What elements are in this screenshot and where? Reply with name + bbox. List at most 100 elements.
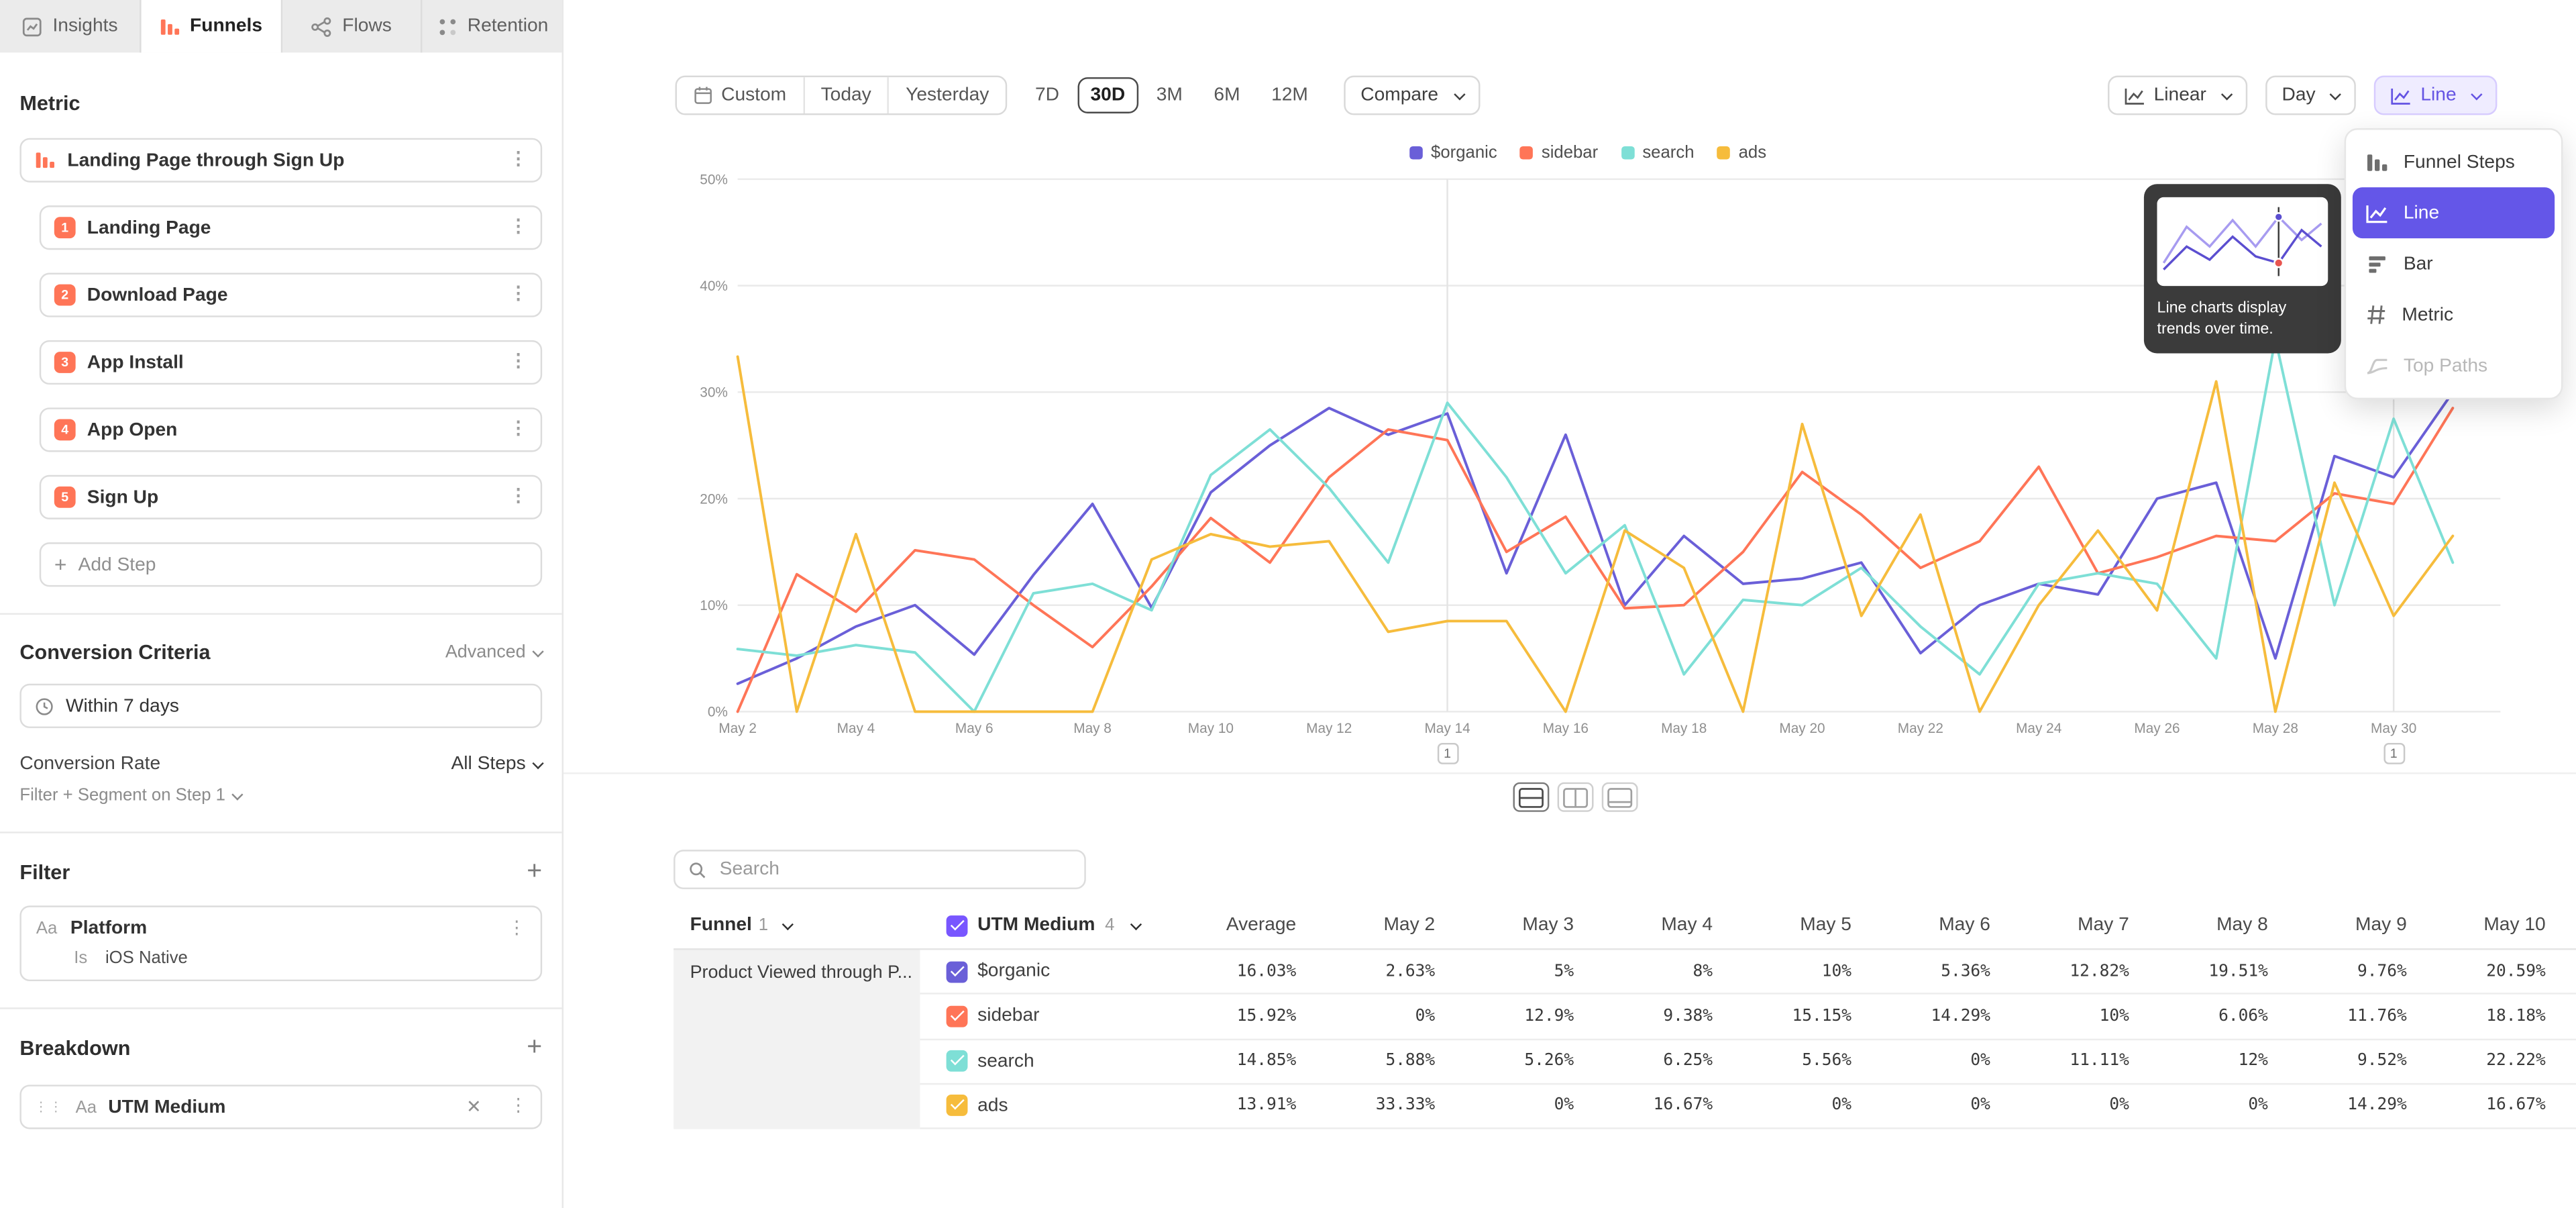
- step-number-badge: 1: [54, 217, 76, 238]
- funnel-column-header[interactable]: Funnel1: [674, 915, 920, 935]
- range-30d-button[interactable]: 30D: [1077, 77, 1138, 113]
- menu-item-bar[interactable]: Bar: [2353, 238, 2555, 289]
- advanced-dropdown[interactable]: Advanced: [445, 643, 542, 662]
- drag-handle-icon[interactable]: ⋮⋮: [34, 1101, 64, 1114]
- all-steps-label: All Steps: [451, 754, 526, 774]
- funnel-step-app-install[interactable]: 3App Install⋮: [40, 340, 542, 385]
- value-cell: 12.82%: [1994, 962, 2133, 980]
- today-button[interactable]: Today: [804, 77, 890, 113]
- compare-button[interactable]: Compare: [1344, 76, 1480, 115]
- granularity-button[interactable]: Day: [2265, 76, 2357, 115]
- segment-label: sidebar: [977, 1007, 1039, 1026]
- column-header-may-3: May 3: [1438, 915, 1577, 935]
- search-input[interactable]: [716, 858, 1071, 880]
- filter-card[interactable]: Aa Platform ⋮ Is iOS Native: [19, 905, 542, 981]
- table-row-sidebar[interactable]: sidebar15.92%0%12.9%9.38%15.15%14.29%10%…: [920, 995, 2576, 1040]
- segment-label: $organic: [977, 962, 1050, 981]
- kebab-menu-icon[interactable]: ⋮: [509, 151, 527, 169]
- column-header-may-4: May 4: [1577, 915, 1716, 935]
- range-12m-button[interactable]: 12M: [1258, 77, 1321, 113]
- chevron-down-icon: [2221, 88, 2233, 99]
- menu-item-metric[interactable]: Metric: [2353, 289, 2555, 340]
- line-chart-icon: [2125, 87, 2146, 105]
- table-row-search[interactable]: search14.85%5.88%5.26%6.25%5.56%0%11.11%…: [920, 1040, 2576, 1085]
- tab-funnels[interactable]: Funnels: [141, 0, 282, 52]
- range-7d-button[interactable]: 7D: [1022, 77, 1072, 113]
- funnel-metric-card[interactable]: Landing Page through Sign Up ⋮: [19, 138, 542, 183]
- x-tick-label: May 30: [2371, 721, 2416, 736]
- chart-type-menu: Funnel StepsLineBarMetric Top Paths: [2345, 128, 2563, 399]
- bar-chart-icon: [2366, 252, 2389, 275]
- funnel-step-landing-page[interactable]: 1 Landing Page ⋮: [40, 205, 542, 250]
- all-steps-dropdown[interactable]: All Steps: [451, 754, 543, 774]
- funnel-group-cell[interactable]: Product Viewed through P...: [674, 950, 920, 1129]
- tab-retention[interactable]: Retention: [423, 0, 562, 52]
- x-tick-label: May 16: [1543, 721, 1589, 736]
- step-label: Landing Page: [87, 217, 211, 237]
- value-cell: 0%: [1438, 1097, 1577, 1115]
- add-step-button[interactable]: + Add Step: [40, 542, 542, 587]
- annotation-badge[interactable]: 1: [2383, 743, 2404, 764]
- funnel-steps-list: 1Landing Page⋮2Download Page⋮3App Instal…: [19, 205, 542, 519]
- value-cell: 15.15%: [1716, 1007, 1855, 1025]
- step-number-badge: 2: [54, 285, 76, 306]
- value-cell: 22.22%: [2410, 1052, 2549, 1070]
- menu-item-funnel-steps[interactable]: Funnel Steps: [2353, 136, 2555, 187]
- funnel-step-sign-up[interactable]: 5Sign Up⋮: [40, 475, 542, 519]
- funnel-step-app-open[interactable]: 4App Open⋮: [40, 407, 542, 452]
- add-filter-button[interactable]: +: [527, 860, 542, 886]
- menu-item-line[interactable]: Line: [2353, 187, 2555, 238]
- series-line-ads: [738, 356, 2453, 711]
- layout-split-horizontal-button[interactable]: [1513, 783, 1550, 812]
- value-cell: 8%: [1577, 962, 1716, 980]
- select-all-checkbox[interactable]: [947, 915, 968, 936]
- layout-table-only-button[interactable]: [1602, 783, 1638, 812]
- breakdown-table: Funnel1UTM Medium4AverageMay 2May 3May 4…: [674, 902, 2576, 1129]
- filter-segment-dropdown[interactable]: Filter + Segment on Step 1: [19, 786, 542, 805]
- yesterday-button[interactable]: Yesterday: [890, 77, 1006, 113]
- layout-toggle-group: [1513, 783, 1638, 812]
- kebab-menu-icon[interactable]: ⋮: [508, 919, 526, 938]
- series-line-search: [738, 339, 2453, 711]
- chart-type-button[interactable]: Line: [2375, 76, 2498, 115]
- kebab-menu-icon[interactable]: ⋮: [509, 286, 527, 304]
- add-breakdown-button[interactable]: +: [527, 1036, 542, 1062]
- tab-insights[interactable]: Insights: [0, 0, 141, 52]
- kebab-menu-icon[interactable]: ⋮: [509, 1098, 527, 1116]
- segment-checkbox[interactable]: [947, 1005, 968, 1027]
- funnel-step-download-page[interactable]: 2Download Page⋮: [40, 273, 542, 317]
- kebab-menu-icon[interactable]: ⋮: [509, 219, 527, 237]
- layout-split-vertical-button[interactable]: [1558, 783, 1594, 812]
- step-number-badge: 5: [54, 487, 76, 508]
- segment-checkbox[interactable]: [947, 1095, 968, 1117]
- range-6m-button[interactable]: 6M: [1201, 77, 1253, 113]
- custom-date-button[interactable]: Custom: [677, 77, 804, 113]
- menu-item-top-paths: Top Paths: [2353, 340, 2555, 391]
- value-cell: 9.38%: [1577, 1007, 1716, 1025]
- segment-checkbox[interactable]: [947, 961, 968, 983]
- table-row-ads[interactable]: ads13.91%33.33%0%16.67%0%0%0%0%14.29%16.…: [920, 1085, 2576, 1129]
- table-row-organic[interactable]: $organic16.03%2.63%5%8%10%5.36%12.82%19.…: [920, 950, 2576, 995]
- range-3m-button[interactable]: 3M: [1143, 77, 1195, 113]
- menu-item-label: Top Paths: [2404, 356, 2487, 375]
- breakdown-column-header[interactable]: UTM Medium4: [920, 915, 1150, 936]
- column-header-may-7: May 7: [1994, 915, 2133, 935]
- value-cell: 0%: [1855, 1052, 1994, 1070]
- x-tick-label: May 22: [1898, 721, 1943, 736]
- funnel-title: Landing Page through Sign Up: [67, 150, 344, 170]
- annotation-badge[interactable]: 1: [1437, 743, 1458, 764]
- value-cell: 33.33%: [1299, 1097, 1438, 1115]
- kebab-menu-icon[interactable]: ⋮: [509, 421, 527, 439]
- tab-flows[interactable]: Flows: [282, 0, 423, 52]
- kebab-menu-icon[interactable]: ⋮: [509, 488, 527, 506]
- scale-button[interactable]: Linear: [2108, 76, 2247, 115]
- table-body: Product Viewed through P...$organic16.03…: [674, 950, 2576, 1129]
- conversion-window-button[interactable]: Within 7 days: [19, 684, 542, 728]
- breakdown-card[interactable]: ⋮⋮ Aa UTM Medium ✕ ⋮: [19, 1085, 542, 1129]
- kebab-menu-icon[interactable]: ⋮: [509, 354, 527, 372]
- value-cell: 12%: [2133, 1052, 2271, 1070]
- tab-label: Retention: [468, 16, 549, 36]
- value-cell: 5.36%: [1855, 962, 1994, 980]
- segment-checkbox[interactable]: [947, 1050, 968, 1072]
- close-icon[interactable]: ✕: [466, 1096, 482, 1117]
